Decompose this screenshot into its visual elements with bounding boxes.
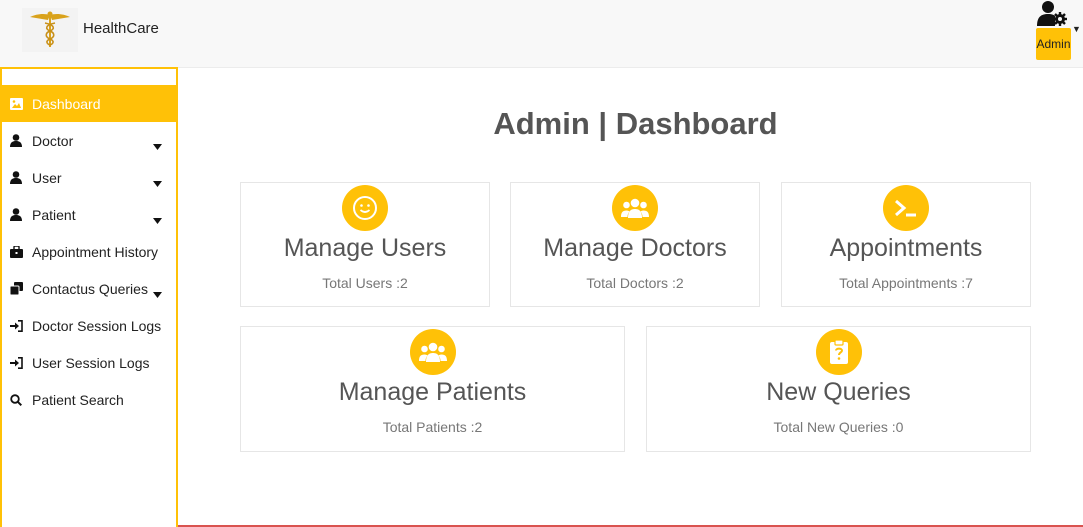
card-appointments[interactable]: Appointments Total Appointments :7 xyxy=(781,182,1031,307)
card-title: Manage Users xyxy=(283,234,447,262)
user-icon xyxy=(9,208,23,222)
card-subtitle: Total Patients :2 xyxy=(382,419,483,435)
sidebar-item-patient-search[interactable]: Patient Search xyxy=(2,381,176,418)
sidebar-menu: Dashboard Doctor User Patient Appointmen… xyxy=(2,85,176,418)
clipboard-question-icon xyxy=(815,329,862,375)
page-title: Admin | Dashboard xyxy=(493,106,778,141)
card-manage-patients[interactable]: Manage Patients Total Patients :2 xyxy=(240,326,625,452)
caret-down-icon xyxy=(153,137,162,153)
users-icon xyxy=(612,185,658,231)
card-title: New Queries xyxy=(766,378,911,406)
search-icon xyxy=(9,393,23,407)
caret-down-icon xyxy=(153,285,162,301)
sidebar-item-label: Patient Search xyxy=(32,391,124,408)
card-new-queries[interactable]: New Queries Total New Queries :0 xyxy=(646,326,1031,452)
sign-in-icon xyxy=(9,319,23,333)
sidebar-item-user[interactable]: User xyxy=(2,159,176,196)
sidebar-item-label: Doctor Session Logs xyxy=(32,317,162,334)
sidebar-item-appointment-history[interactable]: Appointment History xyxy=(2,233,176,270)
users-icon xyxy=(409,329,456,375)
top-navbar: HealthCare ▼ Admin xyxy=(0,0,1083,68)
caduceus-logo[interactable] xyxy=(22,8,78,52)
sidebar: Dashboard Doctor User Patient Appointmen… xyxy=(0,67,178,527)
sidebar-item-label: User xyxy=(32,169,62,186)
card-subtitle: Total New Queries :0 xyxy=(773,419,904,435)
user-icon xyxy=(9,171,23,185)
admin-button[interactable]: Admin xyxy=(1036,28,1071,60)
sign-in-icon xyxy=(9,356,23,370)
sidebar-item-contactus-queries[interactable]: Contactus Queries xyxy=(2,270,176,307)
copy-icon xyxy=(9,282,23,296)
sidebar-item-label: Patient xyxy=(32,206,76,223)
sidebar-item-patient[interactable]: Patient xyxy=(2,196,176,233)
sidebar-item-label: Doctor xyxy=(32,132,74,149)
smile-icon xyxy=(342,185,388,231)
sidebar-item-doctor-session-logs[interactable]: Doctor Session Logs xyxy=(2,307,176,344)
caret-down-icon xyxy=(153,211,162,227)
sidebar-item-user-session-logs[interactable]: User Session Logs xyxy=(2,344,176,381)
sidebar-item-label: Appointment History xyxy=(32,243,159,260)
caret-down-icon xyxy=(153,174,162,190)
sidebar-item-doctor[interactable]: Doctor xyxy=(2,122,176,159)
sidebar-item-label: Contactus Queries xyxy=(32,280,148,297)
card-title: Manage Doctors xyxy=(543,234,727,262)
card-subtitle: Total Users :2 xyxy=(322,275,408,291)
sidebar-item-label: Dashboard xyxy=(32,95,101,112)
image-icon xyxy=(9,97,23,111)
card-title: Manage Patients xyxy=(338,378,527,406)
card-subtitle: Total Appointments :7 xyxy=(839,275,973,291)
chevron-down-icon: ▼ xyxy=(1072,24,1081,34)
card-manage-users[interactable]: Manage Users Total Users :2 xyxy=(240,182,490,307)
admin-menu[interactable]: ▼ Admin xyxy=(1034,0,1083,66)
terminal-icon xyxy=(883,185,929,231)
card-subtitle: Total Doctors :2 xyxy=(586,275,684,291)
briefcase-icon xyxy=(9,245,23,259)
sidebar-item-label: User Session Logs xyxy=(32,354,150,371)
brand-name[interactable]: HealthCare xyxy=(83,20,159,37)
sidebar-item-dashboard[interactable]: Dashboard xyxy=(2,85,176,122)
card-manage-doctors[interactable]: Manage Doctors Total Doctors :2 xyxy=(510,182,760,307)
card-title: Appointments xyxy=(829,234,983,262)
user-icon xyxy=(9,134,23,148)
